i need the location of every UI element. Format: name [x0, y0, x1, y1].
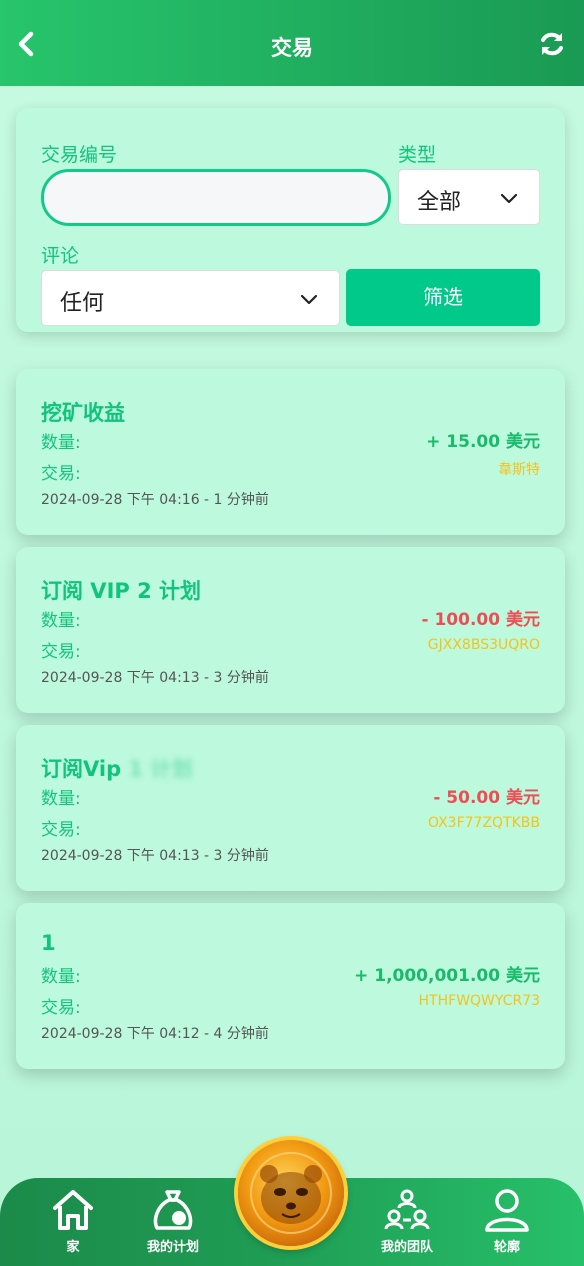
hamster-coin-icon[interactable]	[238, 1140, 344, 1246]
transaction-card[interactable]: 挖矿收益 数量: + 15.00 美元 交易: 韋斯特 2024-09-28 下…	[16, 369, 565, 535]
home-icon	[53, 1190, 93, 1230]
amount-label: 数量:	[41, 789, 81, 809]
team-icon	[384, 1189, 430, 1230]
transaction-amount: + 15.00 美元	[426, 432, 540, 452]
transaction-title-blurred: 1 计划	[128, 757, 193, 781]
tx-number-label: 交易编号	[41, 144, 118, 166]
transaction-id: GJXX8BS3UQRO	[427, 637, 540, 653]
transaction-timestamp: 2024-09-28 下午 04:13 - 3 分钟前	[41, 670, 269, 686]
nav-profile-label: 轮廓	[493, 1240, 520, 1255]
transaction-amount: + 1,000,001.00 美元	[354, 966, 540, 986]
transaction-title: 订阅 VIP 2 计划	[41, 579, 202, 603]
nav-my-plan[interactable]: 我的计划	[118, 1178, 228, 1266]
filter-button[interactable]: 筛选	[346, 269, 540, 326]
comment-select-value: 任何	[60, 291, 105, 316]
chevron-down-icon	[500, 193, 518, 204]
nav-my-team-label: 我的团队	[380, 1240, 433, 1255]
transaction-label: 交易:	[41, 464, 81, 484]
filter-panel: 交易编号 类型 全部 评论 任何 筛选	[16, 108, 565, 332]
refresh-icon[interactable]	[538, 30, 566, 58]
nav-profile[interactable]: 轮廓	[452, 1178, 562, 1266]
transaction-amount: - 100.00 美元	[421, 610, 541, 630]
transaction-timestamp: 2024-09-28 下午 04:13 - 3 分钟前	[41, 848, 269, 864]
transaction-card[interactable]: 1 数量: + 1,000,001.00 美元 交易: HTHFWQWYCR73…	[16, 903, 565, 1069]
transaction-title: 1	[41, 931, 56, 955]
transaction-card[interactable]: 订阅 VIP 2 计划 数量: - 100.00 美元 交易: GJXX8BS3…	[16, 547, 565, 713]
page-title: 交易	[271, 36, 313, 60]
transaction-label: 交易:	[41, 998, 81, 1018]
transaction-timestamp: 2024-09-28 下午 04:12 - 4 分钟前	[41, 1026, 269, 1042]
money-bag-icon	[153, 1190, 193, 1230]
chevron-down-icon	[300, 294, 318, 305]
type-label: 类型	[398, 144, 437, 166]
transaction-label: 交易:	[41, 642, 81, 662]
transaction-label: 交易:	[41, 820, 81, 840]
transaction-title-text: 订阅Vip	[41, 757, 122, 781]
nav-home[interactable]: 家	[18, 1178, 128, 1266]
nav-my-team[interactable]: 我的团队	[352, 1178, 462, 1266]
transaction-id: OX3F77ZQTKBB	[427, 815, 540, 831]
type-select[interactable]: 全部	[398, 169, 540, 225]
transaction-timestamp: 2024-09-28 下午 04:16 - 1 分钟前	[41, 492, 269, 508]
transaction-title: 挖矿收益	[41, 401, 125, 425]
type-select-value: 全部	[417, 190, 462, 215]
transaction-id: 韋斯特	[498, 462, 540, 478]
amount-label: 数量:	[41, 611, 81, 631]
transaction-amount: - 50.00 美元	[433, 788, 540, 808]
user-icon	[485, 1189, 529, 1232]
amount-label: 数量:	[41, 967, 81, 987]
comment-select[interactable]: 任何	[41, 270, 340, 326]
nav-my-plan-label: 我的计划	[146, 1240, 199, 1255]
nav-home-label: 家	[66, 1240, 80, 1255]
amount-label: 数量:	[41, 433, 81, 453]
transaction-card[interactable]: 订阅Vip 1 计划 数量: - 50.00 美元 交易: OX3F77ZQTK…	[16, 725, 565, 891]
tx-number-input[interactable]	[41, 169, 391, 226]
transaction-title: 订阅Vip 1 计划	[41, 753, 192, 783]
hamster-face	[250, 1152, 332, 1234]
transaction-id: HTHFWQWYCR73	[418, 993, 540, 1009]
comment-label: 评论	[41, 245, 80, 267]
header: 交易	[0, 0, 584, 86]
